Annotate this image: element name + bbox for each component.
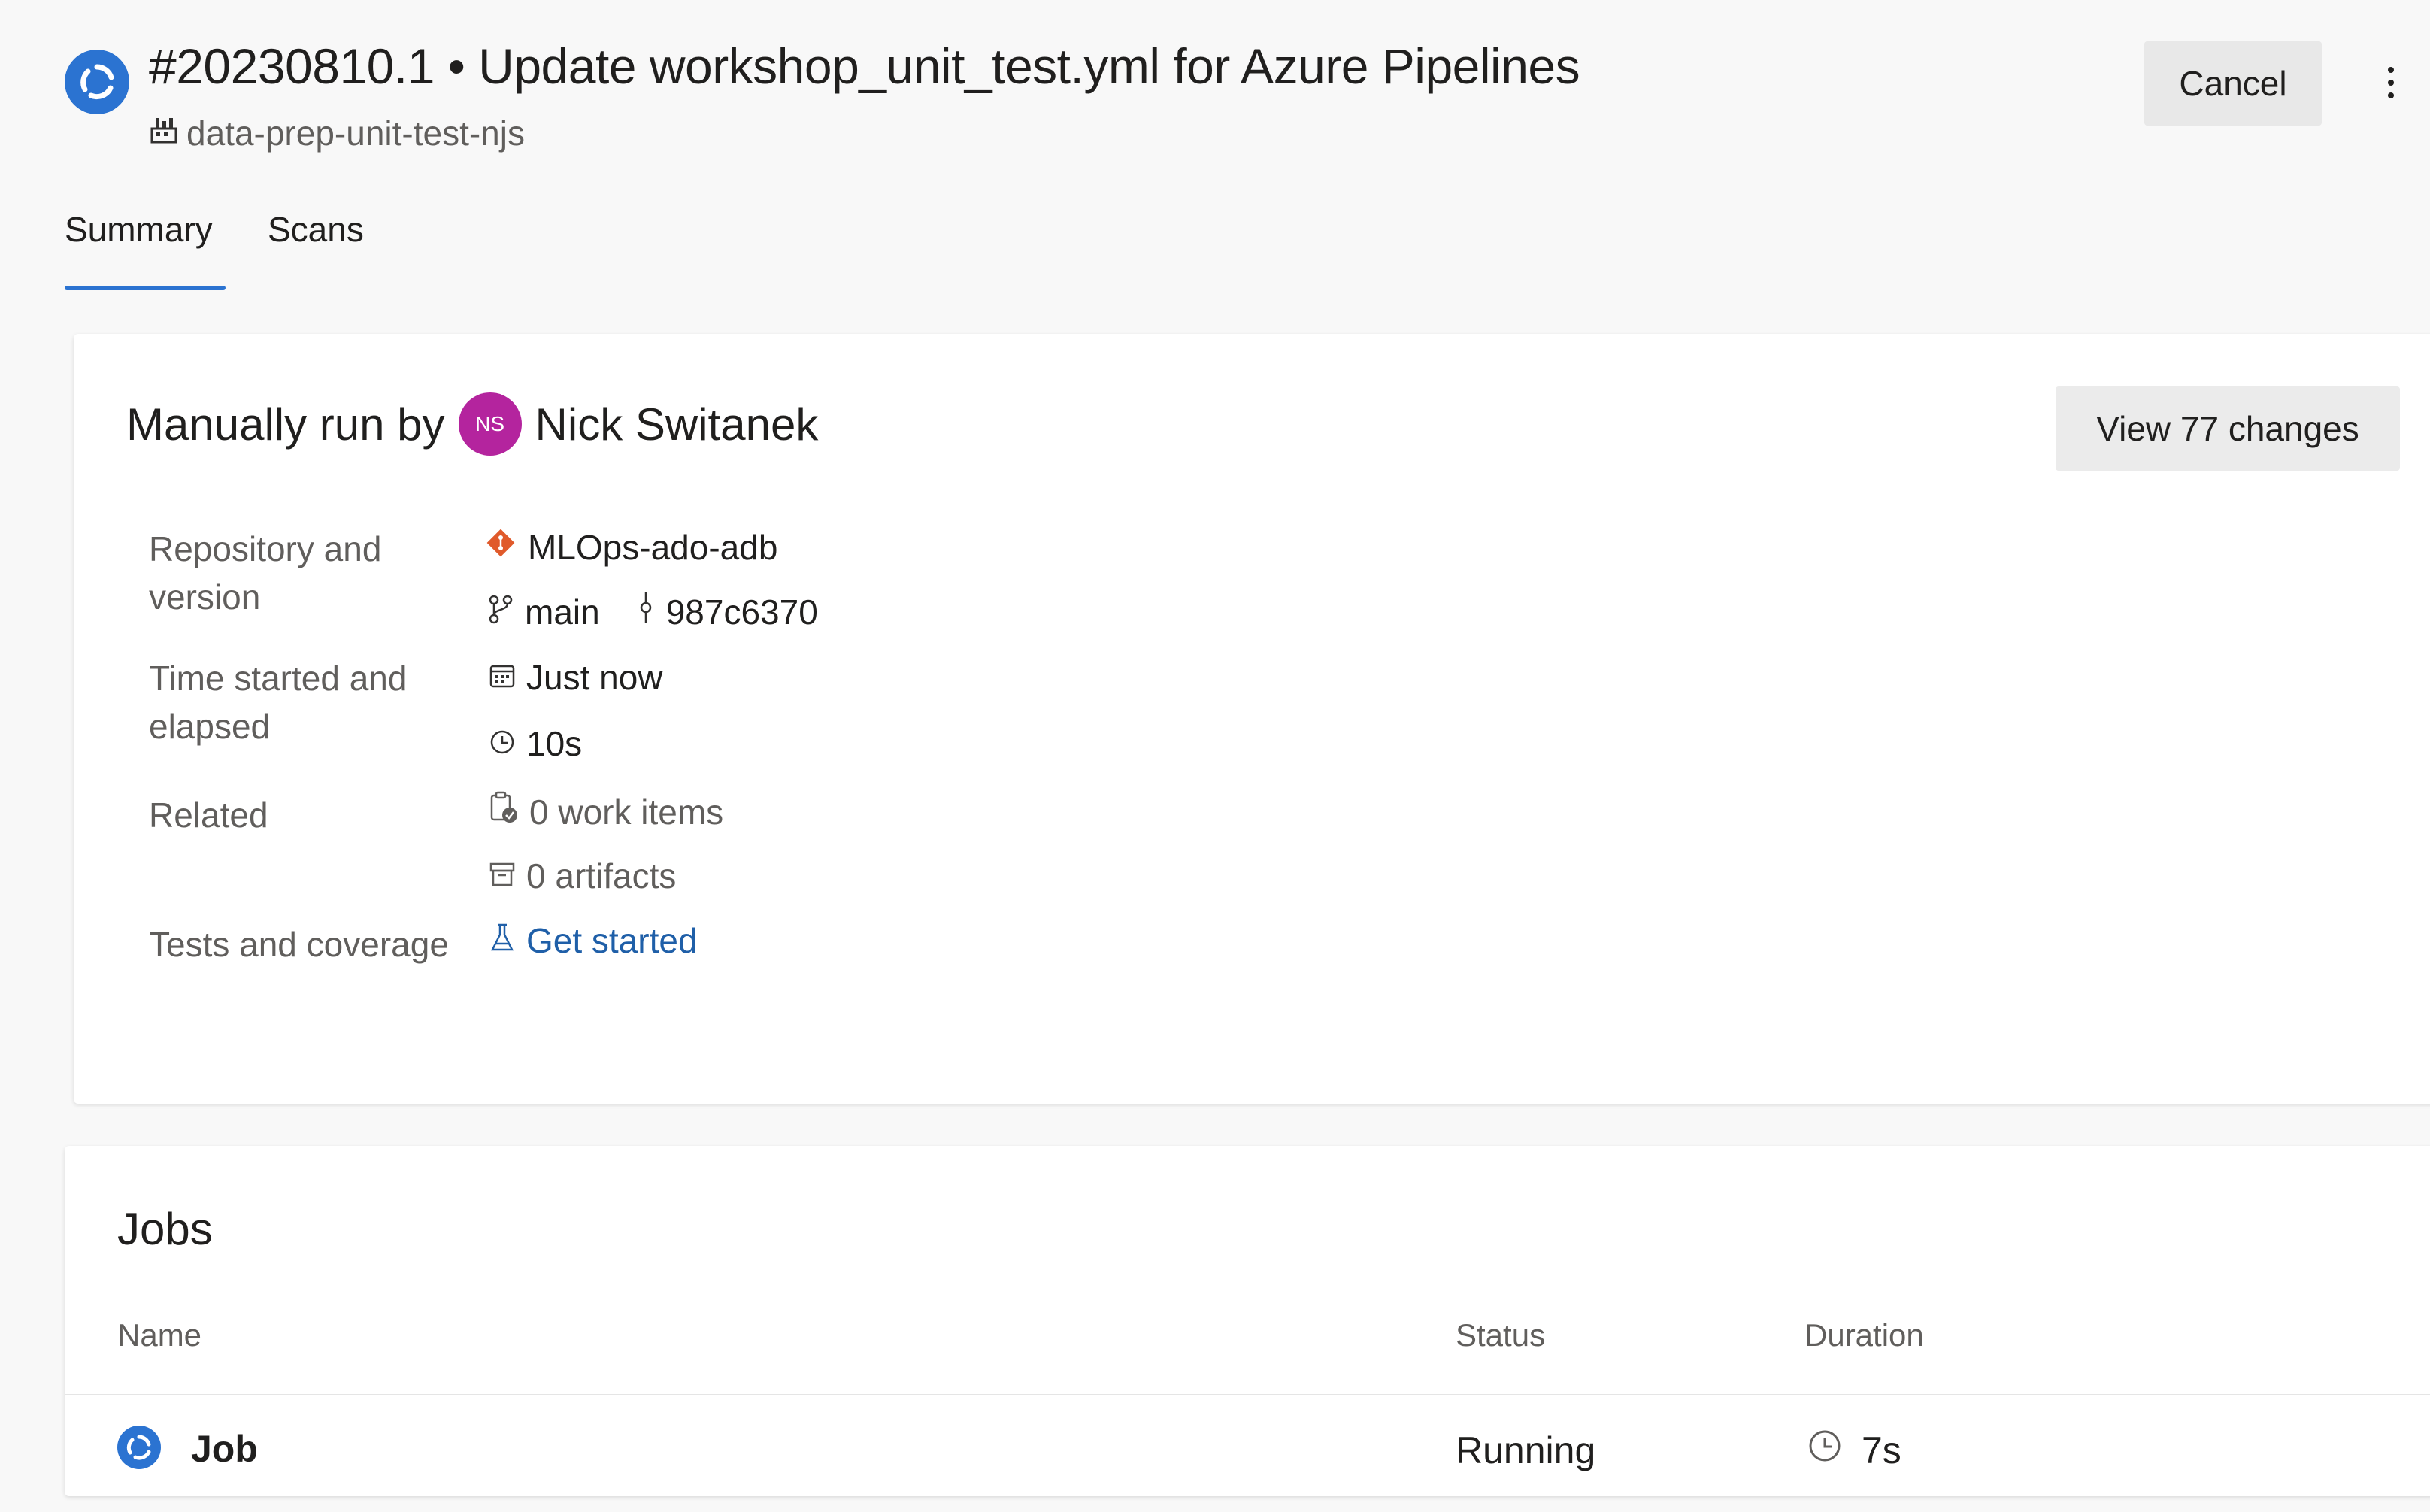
branch-icon [487, 592, 514, 632]
related-label: Related [149, 795, 268, 835]
repository-value[interactable]: MLOps-ado-adb [484, 526, 777, 568]
started-time: Just now [526, 658, 663, 697]
work-item-icon [489, 791, 519, 832]
run-status-running-icon [65, 50, 129, 114]
cancel-button[interactable]: Cancel [2144, 41, 2322, 126]
version-value: main 987c6370 [487, 591, 818, 632]
commit-icon [636, 591, 656, 632]
tab-scans[interactable]: Scans [268, 209, 364, 250]
time-label: Time started and elapsed [149, 659, 408, 746]
tab-summary[interactable]: Summary [65, 209, 213, 250]
jobs-title: Jobs [117, 1204, 213, 1254]
clock-icon [489, 723, 516, 764]
started-value: Just now [489, 657, 663, 698]
pipeline-name: data-prep-unit-test-njs [186, 114, 525, 153]
table-divider [65, 1394, 2430, 1395]
work-items-count: 0 work items [529, 792, 724, 832]
get-started-link[interactable]: Get started [526, 920, 698, 961]
job-duration-value: 7s [1862, 1429, 1901, 1471]
view-changes-button[interactable]: View 77 changes [2056, 386, 2400, 471]
job-running-icon [117, 1426, 161, 1469]
elapsed-value: 10s [489, 723, 582, 764]
artifacts-count: 0 artifacts [526, 856, 677, 895]
elapsed-time: 10s [526, 724, 583, 763]
run-by-label: Manually run by [126, 398, 445, 450]
job-duration: 7s [1807, 1429, 1901, 1472]
more-actions-icon[interactable] [2368, 53, 2413, 113]
job-name[interactable]: Job [191, 1427, 258, 1471]
page-title: #20230810.1 • Update workshop_unit_test.… [149, 38, 1580, 94]
user-name[interactable]: Nick Switanek [535, 398, 819, 450]
work-items-value[interactable]: 0 work items [489, 791, 723, 832]
repository-label: Repository and version [149, 529, 382, 617]
repository-name: MLOps-ado-adb [528, 527, 778, 567]
artifacts-value[interactable]: 0 artifacts [489, 856, 676, 896]
clock-icon [1807, 1429, 1842, 1472]
tests-label: Tests and coverage [149, 925, 449, 964]
commit-hash[interactable]: 987c6370 [666, 592, 818, 632]
column-header-status[interactable]: Status [1456, 1317, 1545, 1353]
tests-value[interactable]: Get started [489, 920, 698, 961]
run-by-line: Manually run by NS Nick Switanek [126, 392, 818, 456]
beaker-icon [489, 920, 516, 961]
jobs-card [65, 1146, 2430, 1496]
avatar[interactable]: NS [458, 392, 522, 456]
job-status: Running [1456, 1429, 1596, 1471]
calendar-icon [489, 657, 516, 698]
column-header-name[interactable]: Name [117, 1317, 201, 1353]
branch-name[interactable]: main [525, 592, 600, 632]
pipeline-icon [149, 113, 179, 153]
artifact-icon [489, 856, 516, 896]
active-tab-indicator [65, 286, 226, 290]
git-icon [484, 526, 517, 568]
column-header-duration[interactable]: Duration [1804, 1317, 1924, 1353]
pipeline-link[interactable]: data-prep-unit-test-njs [149, 113, 525, 153]
